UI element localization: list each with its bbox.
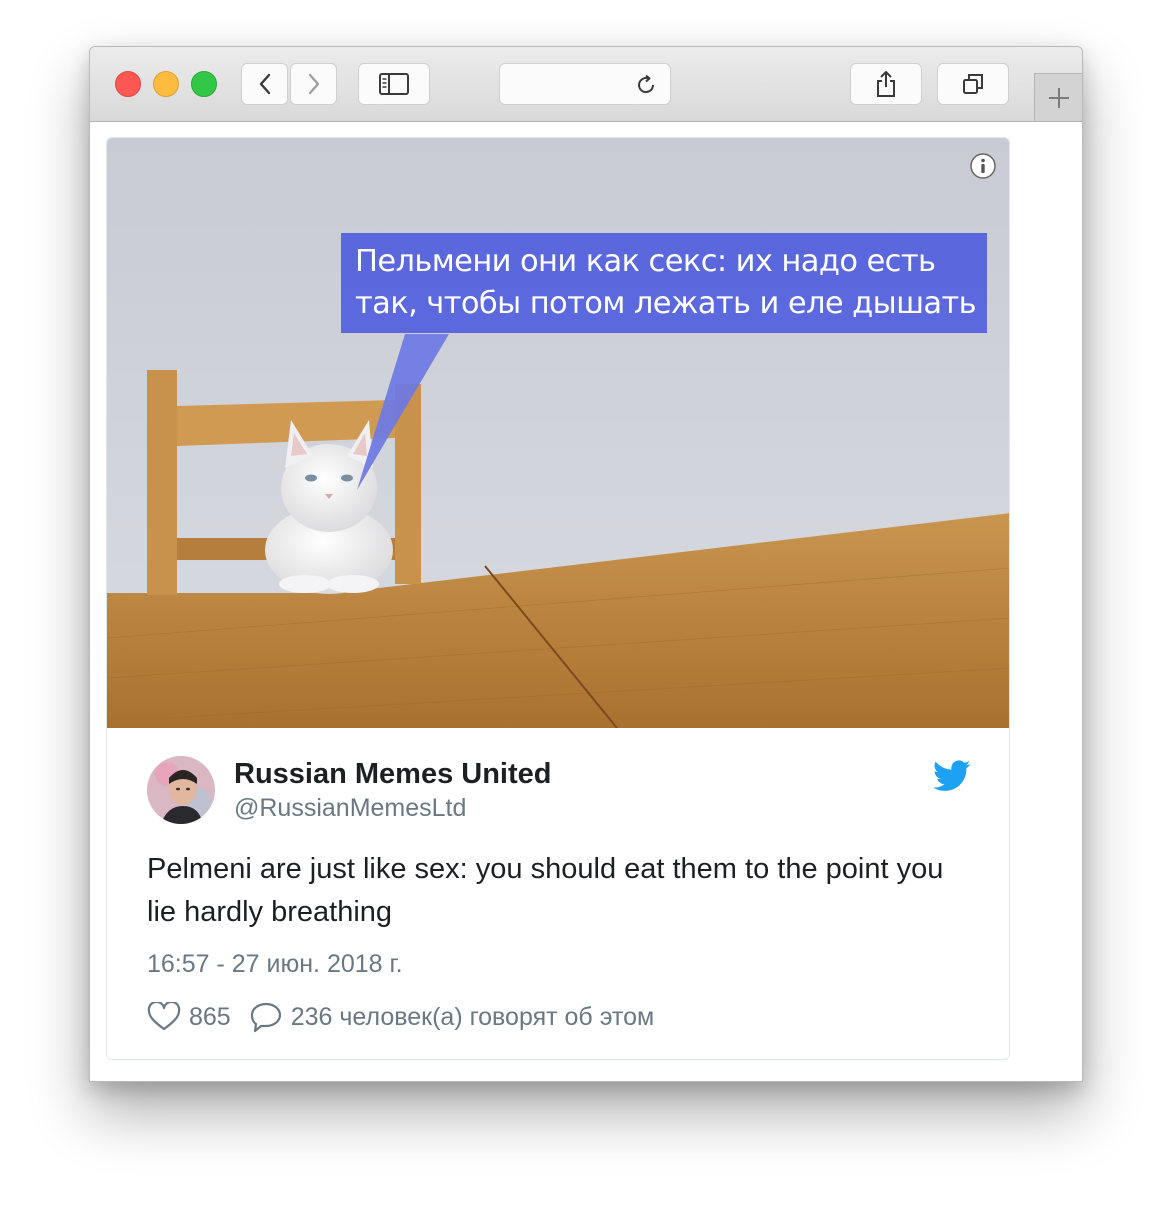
- chevron-left-icon: [259, 73, 270, 95]
- zoom-window-button[interactable]: [191, 71, 217, 97]
- meme-caption-line-1: Пельмени они как секс: их надо есть: [355, 244, 936, 279]
- tabs-icon: [963, 74, 983, 94]
- back-button[interactable]: [241, 63, 288, 105]
- tweet-body: Russian Memes United @RussianMemesLtd Pe…: [107, 728, 1009, 1059]
- close-window-button[interactable]: [115, 71, 141, 97]
- avatar[interactable]: [147, 756, 215, 824]
- browser-window: Пельмени они как секс: их надо есть так,…: [89, 46, 1083, 1082]
- tweet-timestamp[interactable]: 16:57 - 27 июн. 2018 г.: [147, 950, 403, 979]
- embedded-tweet[interactable]: Пельмени они как секс: их надо есть так,…: [106, 137, 1010, 1060]
- author-name[interactable]: Russian Memes United: [234, 758, 551, 791]
- reply-button[interactable]: 236 человек(а) говорят об этом: [249, 1001, 654, 1033]
- forward-button[interactable]: [290, 63, 337, 105]
- sidebar-icon: [379, 73, 409, 95]
- speech-bubble-icon: [250, 1002, 281, 1033]
- minimize-window-button[interactable]: [153, 71, 179, 97]
- tweet-photo[interactable]: Пельмени они как секс: их надо есть так,…: [107, 138, 1009, 728]
- reload-icon[interactable]: [634, 73, 658, 97]
- like-button[interactable]: 865: [147, 1002, 231, 1032]
- like-count: 865: [189, 1002, 231, 1031]
- new-tab-button[interactable]: [1034, 73, 1082, 121]
- plus-icon: [1048, 87, 1069, 108]
- tabs-overview-button[interactable]: [937, 63, 1009, 105]
- info-icon[interactable]: [969, 152, 997, 180]
- meme-caption: Пельмени они как секс: их надо есть так,…: [341, 233, 987, 333]
- cat-at-table-image: [107, 138, 1009, 728]
- heart-icon: [147, 1002, 181, 1031]
- author-handle[interactable]: @RussianMemesLtd: [234, 794, 466, 823]
- share-button[interactable]: [850, 63, 922, 105]
- meme-caption-line-2: так, чтобы потом лежать и еле дышать: [355, 286, 977, 321]
- share-icon: [877, 71, 895, 97]
- avatar-image: [147, 756, 215, 824]
- tweet-text: Pelmeni are just like sex: you should ea…: [147, 853, 944, 928]
- browser-toolbar: [90, 47, 1082, 122]
- page-content: Пельмени они как секс: их надо есть так,…: [90, 122, 1082, 1081]
- sidebar-button[interactable]: [358, 63, 430, 105]
- chevron-right-icon: [308, 73, 319, 95]
- twitter-bird-icon[interactable]: [933, 760, 971, 792]
- address-bar[interactable]: [499, 63, 671, 105]
- reply-count-text: 236 человек(а) говорят об этом: [290, 1002, 655, 1031]
- tweet-actions: 865 236 человек(а) говорят об этом: [147, 1000, 654, 1034]
